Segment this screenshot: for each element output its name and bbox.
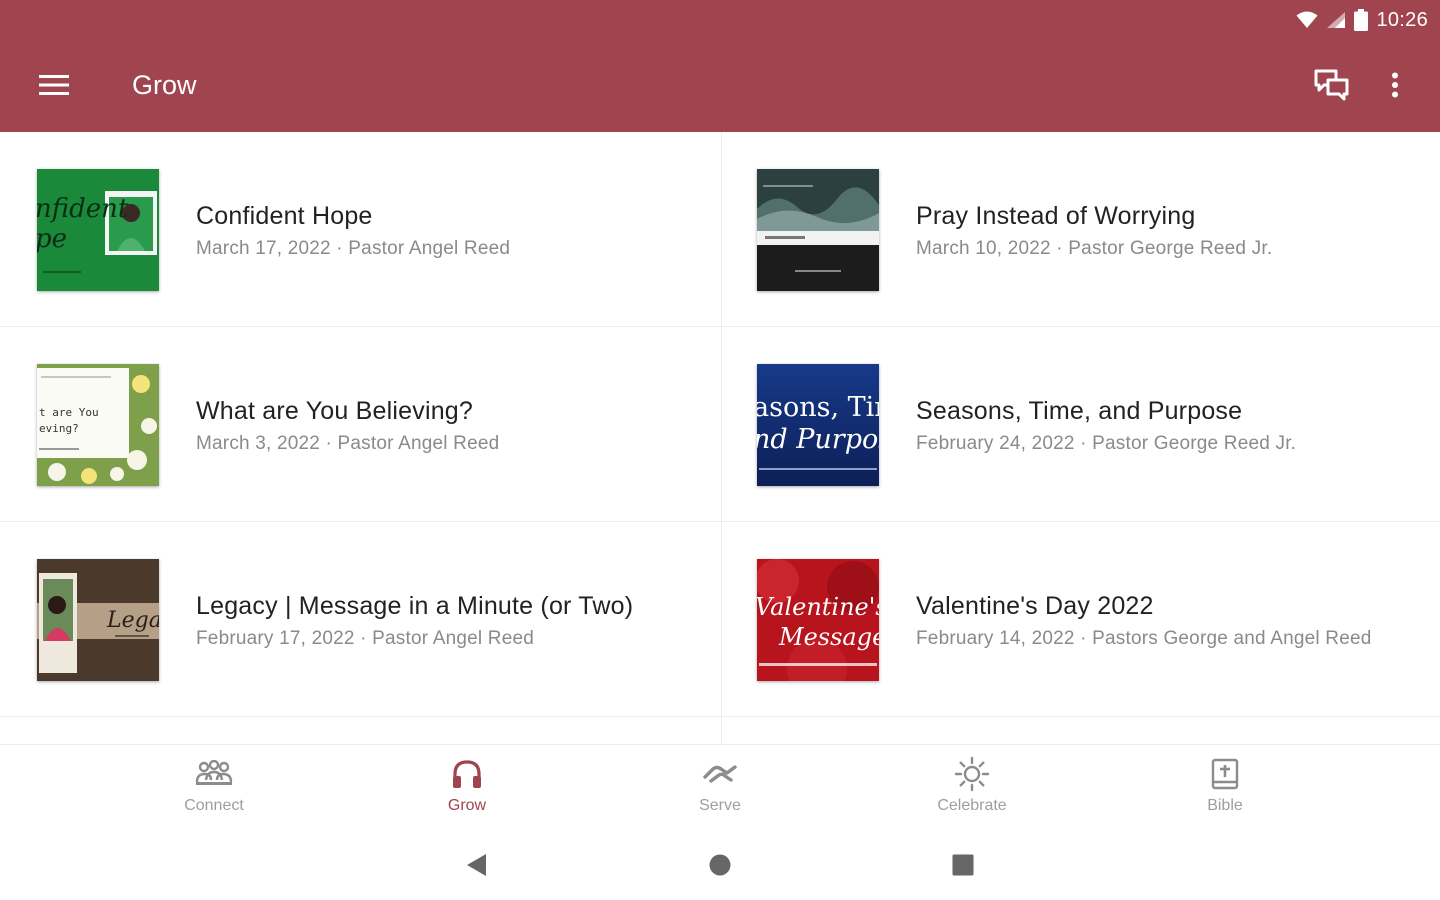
sermon-meta: March 17, 2022 · Pastor Angel Reed — [196, 238, 511, 259]
sermon-meta: March 10, 2022 · Pastor George Reed Jr. — [916, 238, 1273, 259]
sermon-meta: March 3, 2022 · Pastor Angel Reed — [196, 433, 500, 454]
handshake-icon — [703, 757, 737, 791]
sermon-thumbnail: Valentine's D Message — [757, 559, 879, 681]
sermon-title: Valentine's Day 2022 — [916, 592, 1154, 620]
more-vert-icon — [1392, 72, 1398, 98]
people-icon — [195, 757, 233, 791]
sermon-title: Pray Instead of Worrying — [916, 202, 1196, 230]
nav-label: Celebrate — [937, 797, 1007, 814]
app-bar: 10:26 Grow — [0, 0, 1440, 132]
nav-item-bible[interactable]: Bible — [1165, 757, 1285, 821]
sermon-title: Confident Hope — [196, 202, 373, 230]
nav-label: Grow — [447, 797, 487, 814]
hamburger-icon — [39, 75, 69, 95]
sermon-card[interactable]: Valentine's D Message Valentine's Day 20… — [720, 522, 1440, 717]
menu-button[interactable] — [34, 68, 74, 102]
sermon-thumbnail — [757, 169, 879, 291]
thumb-text: Valentine's D — [757, 593, 879, 621]
wifi-icon — [1296, 11, 1318, 29]
nav-item-serve[interactable]: Serve — [660, 757, 780, 821]
nav-item-connect[interactable]: Connect — [154, 757, 274, 821]
sermon-meta: February 14, 2022 · Pastors George and A… — [916, 628, 1372, 649]
sermon-card[interactable]: t are You eving? What are You Believing?… — [0, 327, 720, 522]
home-button[interactable] — [702, 850, 738, 880]
sermon-thumbnail: t are You eving? — [37, 364, 159, 486]
chat-icon — [1314, 69, 1349, 101]
thumb-text: nfident — [37, 194, 129, 224]
sermon-card[interactable]: asons, Tim nd Purpos Seasons, Time, and … — [720, 327, 1440, 522]
nav-item-celebrate[interactable]: Celebrate — [912, 756, 1032, 821]
nav-label: Serve — [699, 797, 741, 814]
sermon-card[interactable]: nfident pe Confident Hope March 17, 2022… — [0, 132, 720, 327]
battery-icon — [1354, 9, 1369, 31]
thumb-text: Message — [778, 623, 879, 651]
sermon-thumbnail: Legac — [37, 559, 159, 681]
sun-icon — [954, 756, 990, 792]
bible-icon — [1211, 757, 1239, 791]
recents-icon — [952, 854, 974, 876]
sermon-grid: nfident pe Confident Hope March 17, 2022… — [0, 132, 1440, 744]
page-title: Grow — [132, 70, 197, 100]
sermon-thumbnail: asons, Tim nd Purpos — [757, 364, 879, 486]
nav-label: Bible — [1207, 797, 1243, 814]
sermon-thumbnail: nfident pe — [37, 169, 159, 291]
thumb-text: t are You — [39, 406, 99, 419]
back-icon — [467, 854, 486, 876]
chat-button[interactable] — [1308, 64, 1356, 106]
more-options-button[interactable] — [1378, 64, 1412, 106]
sermon-meta: February 24, 2022 · Pastor George Reed J… — [916, 433, 1297, 454]
headphones-icon — [451, 757, 483, 791]
sermon-card[interactable]: Legac Legacy | Message in a Minute (or T… — [0, 522, 720, 717]
status-bar: 10:26 — [1296, 6, 1428, 34]
sermon-title: Legacy | Message in a Minute (or Two) — [196, 592, 634, 620]
sermon-meta: February 17, 2022 · Pastor Angel Reed — [196, 628, 534, 649]
home-icon — [709, 854, 731, 876]
thumb-text: nd Purpos — [757, 424, 879, 455]
bottom-navigation: Connect Grow Serve Celebrate Bible — [0, 744, 1440, 830]
thumb-text: eving? — [39, 422, 79, 435]
signal-icon — [1326, 11, 1346, 29]
thumb-text: asons, Tim — [757, 392, 879, 423]
nav-label: Connect — [184, 797, 244, 814]
nav-item-grow[interactable]: Grow — [407, 757, 527, 821]
recents-button[interactable] — [945, 850, 981, 880]
thumb-text: Legac — [106, 608, 159, 633]
sermon-card[interactable]: Pray Instead of Worrying March 10, 2022 … — [720, 132, 1440, 327]
back-button[interactable] — [458, 850, 494, 880]
system-navigation — [0, 830, 1440, 900]
sermon-title: What are You Believing? — [196, 397, 474, 425]
sermon-title: Seasons, Time, and Purpose — [916, 397, 1243, 425]
thumb-text: pe — [37, 224, 67, 254]
status-time: 10:26 — [1376, 8, 1428, 31]
